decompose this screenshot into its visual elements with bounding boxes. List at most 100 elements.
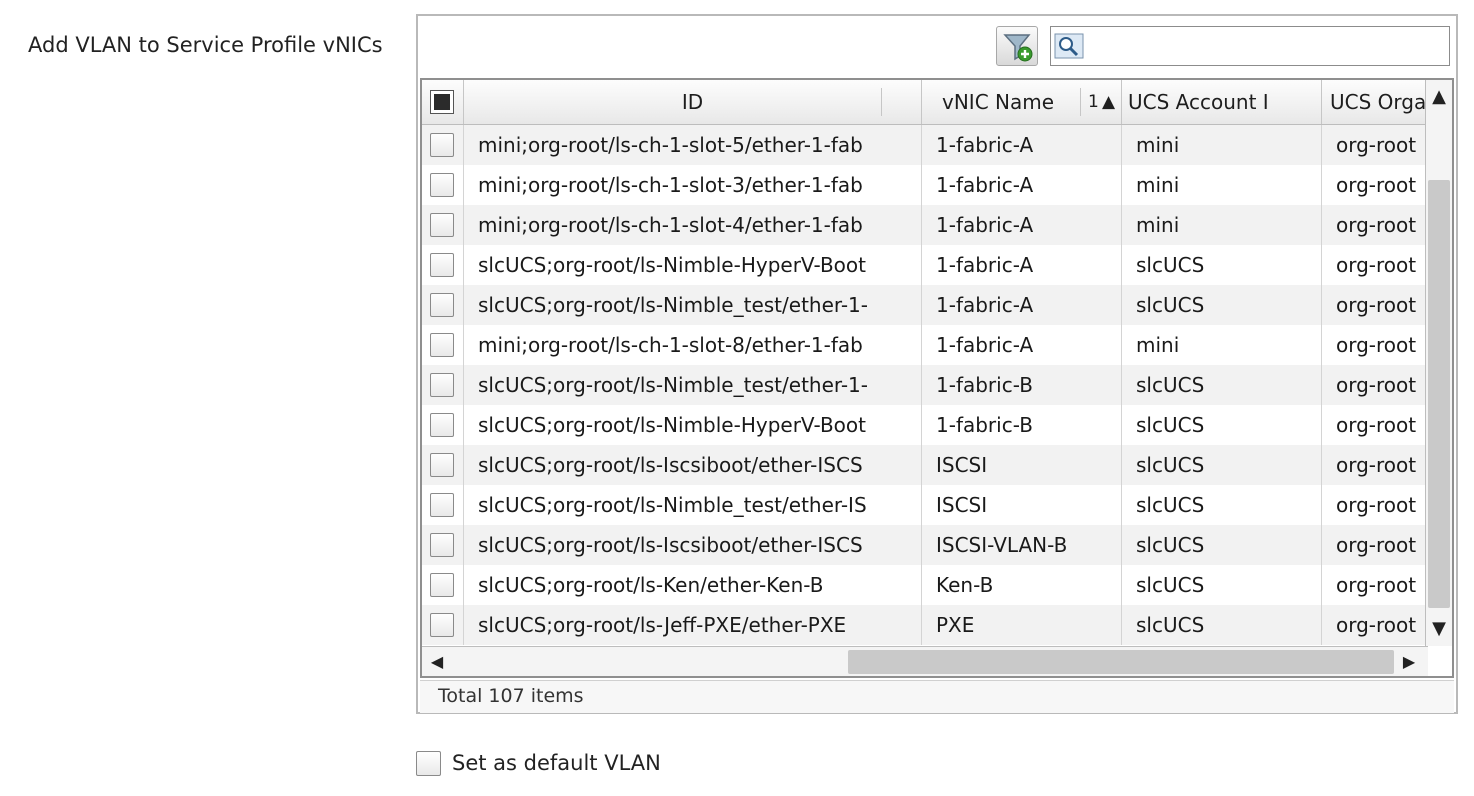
- select-all-cell: [422, 80, 464, 124]
- default-vlan-checkbox[interactable]: [416, 751, 441, 776]
- cell-vnic-name: PXE: [922, 605, 1122, 645]
- row-select-cell: [422, 285, 464, 325]
- cell-id: slcUCS;org-root/ls-Nimble_test/ether-1-: [464, 285, 922, 325]
- cell-ucs-org: org-root: [1336, 493, 1417, 517]
- column-header-vnic-label: vNIC Name: [942, 90, 1055, 114]
- table-footer: Total 107 items: [420, 680, 1454, 713]
- field-label: Add VLAN to Service Profile vNICs: [28, 33, 383, 57]
- column-header-vnic-name[interactable]: vNIC Name 1 ▲: [922, 80, 1122, 124]
- sort-order: 1: [1088, 92, 1099, 112]
- row-select-cell: [422, 245, 464, 285]
- cell-ucs-account: mini: [1122, 165, 1322, 205]
- column-header-ucs-org[interactable]: UCS Orga: [1322, 80, 1426, 124]
- row-checkbox[interactable]: [430, 493, 454, 517]
- cell-ucs-org: org-root: [1336, 573, 1417, 597]
- table-row[interactable]: slcUCS;org-root/ls-Iscsiboot/ether-ISCS I…: [422, 525, 1426, 565]
- row-checkbox[interactable]: [430, 213, 454, 237]
- cell-vnic-name: 1-fabric-A: [922, 245, 1122, 285]
- cell-vnic-name: ISCSI: [922, 485, 1122, 525]
- cell-id: slcUCS;org-root/ls-Nimble-HyperV-Boot: [464, 405, 922, 445]
- row-checkbox[interactable]: [430, 413, 454, 437]
- table-row[interactable]: slcUCS;org-root/ls-Jeff-PXE/ether-PXE PXE…: [422, 605, 1426, 645]
- cell-ucs-account: mini: [1122, 125, 1322, 165]
- table-row[interactable]: mini;org-root/ls-ch-1-slot-8/ether-1-fab…: [422, 325, 1426, 365]
- table-row[interactable]: slcUCS;org-root/ls-Nimble_test/ether-IS I…: [422, 485, 1426, 525]
- table-row[interactable]: mini;org-root/ls-ch-1-slot-5/ether-1-fab…: [422, 125, 1426, 165]
- table-row[interactable]: slcUCS;org-root/ls-Ken/ether-Ken-B Ken-B s…: [422, 565, 1426, 605]
- table-body: mini;org-root/ls-ch-1-slot-5/ether-1-fab…: [422, 125, 1426, 645]
- table-header: ID vNIC Name 1 ▲ UCS Account I UCS Orga: [422, 80, 1426, 125]
- row-checkbox[interactable]: [430, 173, 454, 197]
- cell-vnic-name: 1-fabric-B: [922, 405, 1122, 445]
- row-checkbox[interactable]: [430, 293, 454, 317]
- scroll-down-icon[interactable]: ▼: [1426, 614, 1452, 644]
- sort-ascending-icon: ▲: [1102, 92, 1116, 112]
- table-row[interactable]: mini;org-root/ls-ch-1-slot-4/ether-1-fab…: [422, 205, 1426, 245]
- cell-id: slcUCS;org-root/ls-Ken/ether-Ken-B: [464, 565, 922, 605]
- row-select-cell: [422, 525, 464, 565]
- cell-id: slcUCS;org-root/ls-Iscsiboot/ether-ISCS: [464, 525, 922, 565]
- row-checkbox[interactable]: [430, 533, 454, 557]
- cell-vnic-name: ISCSI-VLAN-B: [922, 525, 1122, 565]
- row-checkbox[interactable]: [430, 453, 454, 477]
- horizontal-scrollbar[interactable]: ◀ ▶: [422, 646, 1428, 676]
- cell-id: slcUCS;org-root/ls-Nimble_test/ether-1-: [464, 365, 922, 405]
- row-checkbox[interactable]: [430, 333, 454, 357]
- row-select-cell: [422, 405, 464, 445]
- cell-ucs-account: slcUCS: [1122, 365, 1322, 405]
- cell-ucs-org: org-root: [1336, 173, 1417, 197]
- row-checkbox[interactable]: [430, 613, 454, 637]
- scroll-left-icon[interactable]: ◀: [422, 647, 452, 676]
- cell-ucs-org: org-root: [1336, 213, 1417, 237]
- column-header-ucs-account[interactable]: UCS Account I: [1122, 80, 1322, 124]
- cell-id: mini;org-root/ls-ch-1-slot-5/ether-1-fab: [464, 125, 922, 165]
- horizontal-scroll-thumb[interactable]: [848, 650, 1394, 674]
- row-select-cell: [422, 445, 464, 485]
- row-select-cell: [422, 485, 464, 525]
- add-filter-button[interactable]: [996, 26, 1038, 66]
- row-select-cell: [422, 565, 464, 605]
- row-checkbox[interactable]: [430, 573, 454, 597]
- select-all-checkbox[interactable]: [430, 90, 454, 114]
- row-checkbox[interactable]: [430, 253, 454, 277]
- column-header-id[interactable]: ID: [464, 80, 922, 124]
- cell-id: slcUCS;org-root/ls-Nimble-HyperV-Boot: [464, 245, 922, 285]
- cell-ucs-account: slcUCS: [1122, 285, 1322, 325]
- cell-ucs-account: mini: [1122, 325, 1322, 365]
- scroll-up-icon[interactable]: ▲: [1426, 82, 1452, 112]
- cell-id: mini;org-root/ls-ch-1-slot-3/ether-1-fab: [464, 165, 922, 205]
- search-input[interactable]: [1089, 31, 1448, 63]
- column-header-account-label: UCS Account I: [1128, 90, 1269, 114]
- row-checkbox[interactable]: [430, 133, 454, 157]
- cell-id: mini;org-root/ls-ch-1-slot-4/ether-1-fab: [464, 205, 922, 245]
- table-row[interactable]: slcUCS;org-root/ls-Iscsiboot/ether-ISCS I…: [422, 445, 1426, 485]
- cell-ucs-org: org-root: [1336, 253, 1417, 277]
- search-icon: [1054, 33, 1084, 59]
- scroll-right-icon[interactable]: ▶: [1394, 647, 1424, 676]
- vnic-table-panel: ID vNIC Name 1 ▲ UCS Account I UCS Orga …: [416, 14, 1458, 714]
- row-checkbox[interactable]: [430, 373, 454, 397]
- table-row[interactable]: slcUCS;org-root/ls-Nimble-HyperV-Boot 1-f…: [422, 245, 1426, 285]
- cell-id: slcUCS;org-root/ls-Iscsiboot/ether-ISCS: [464, 445, 922, 485]
- row-select-cell: [422, 205, 464, 245]
- cell-ucs-org: org-root: [1336, 413, 1417, 437]
- row-select-cell: [422, 125, 464, 165]
- vnic-table: ID vNIC Name 1 ▲ UCS Account I UCS Orga …: [420, 78, 1454, 678]
- cell-vnic-name: 1-fabric-A: [922, 205, 1122, 245]
- cell-ucs-account: mini: [1122, 205, 1322, 245]
- search-field[interactable]: [1050, 26, 1450, 66]
- table-row[interactable]: slcUCS;org-root/ls-Nimble_test/ether-1- 1…: [422, 285, 1426, 325]
- row-select-cell: [422, 325, 464, 365]
- add-filter-icon: [1003, 34, 1033, 62]
- cell-ucs-account: slcUCS: [1122, 485, 1322, 525]
- table-row[interactable]: mini;org-root/ls-ch-1-slot-3/ether-1-fab…: [422, 165, 1426, 205]
- table-row[interactable]: slcUCS;org-root/ls-Nimble_test/ether-1- 1…: [422, 365, 1426, 405]
- vertical-scroll-thumb[interactable]: [1428, 180, 1450, 608]
- cell-ucs-account: slcUCS: [1122, 245, 1322, 285]
- vertical-scrollbar[interactable]: ▲ ▼: [1425, 80, 1452, 646]
- cell-ucs-account: slcUCS: [1122, 405, 1322, 445]
- row-select-cell: [422, 365, 464, 405]
- column-header-org-label: UCS Orga: [1330, 90, 1426, 114]
- cell-vnic-name: 1-fabric-B: [922, 365, 1122, 405]
- table-row[interactable]: slcUCS;org-root/ls-Nimble-HyperV-Boot 1-f…: [422, 405, 1426, 445]
